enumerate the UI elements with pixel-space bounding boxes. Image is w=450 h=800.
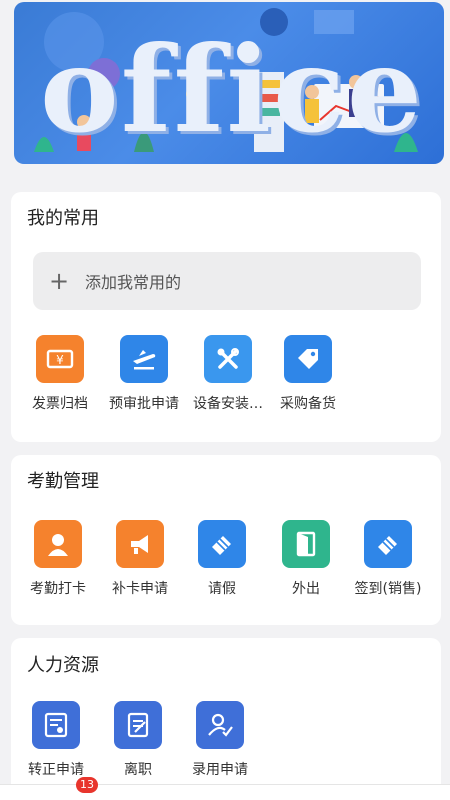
app-regularization[interactable]: 转正申请 [13, 701, 99, 779]
banner-title: office [40, 20, 424, 159]
svg-text:¥: ¥ [56, 353, 64, 367]
notification-badge: 13 [76, 777, 98, 793]
attendance-card: 考勤管理 考勤打卡 补卡申请 请假 外出 签到(销售) [11, 455, 441, 625]
app-resignation[interactable]: 离职 [95, 701, 181, 779]
tools-icon [204, 335, 252, 383]
user-check-icon [196, 701, 244, 749]
app-label: 发票归档 [32, 396, 88, 412]
profile-card-icon [32, 701, 80, 749]
app-invoice-archive[interactable]: ¥ 发票归档 [17, 335, 103, 413]
app-label: 外出 [292, 581, 320, 597]
favorites-title: 我的常用 [27, 208, 99, 229]
app-label: 转正申请 [28, 762, 84, 778]
app-procurement[interactable]: 采购备货 [265, 335, 351, 413]
person-icon [34, 520, 82, 568]
hr-card: 人力资源 转正申请 离职 录用申请 [11, 638, 441, 798]
app-label: 请假 [208, 581, 236, 597]
receipt-icon: ¥ [36, 335, 84, 383]
document-icon [114, 701, 162, 749]
eraser-icon [364, 520, 412, 568]
app-clock-in[interactable]: 考勤打卡 [15, 520, 101, 598]
app-label: 签到(销售) [354, 581, 422, 597]
app-sign-in-sales[interactable]: 签到(销售) [345, 520, 431, 598]
app-label: 补卡申请 [112, 581, 168, 597]
attendance-title: 考勤管理 [27, 471, 99, 492]
bottom-tab-bar[interactable]: 13 [0, 777, 450, 800]
app-hiring[interactable]: 录用申请 [177, 701, 263, 779]
app-label: 采购备货 [280, 396, 336, 412]
megaphone-icon [116, 520, 164, 568]
app-label: 预审批申请 [109, 396, 179, 412]
hr-title: 人力资源 [27, 655, 99, 676]
tag-icon [284, 335, 332, 383]
app-label: 设备安装… [193, 396, 263, 412]
app-device-install[interactable]: 设备安装… [185, 335, 271, 413]
office-banner[interactable]: office [14, 2, 444, 164]
add-favorite-button[interactable]: + 添加我常用的 [33, 252, 421, 310]
app-pre-approval[interactable]: 预审批申请 [101, 335, 187, 413]
app-label: 考勤打卡 [30, 581, 86, 597]
add-favorite-label: 添加我常用的 [85, 273, 182, 292]
app-label: 录用申请 [192, 762, 248, 778]
app-label: 离职 [124, 762, 152, 778]
favorites-card: 我的常用 + 添加我常用的 ¥ 发票归档 预审批申请 设备安装… 采购备货 [11, 192, 441, 442]
door-icon [282, 520, 330, 568]
airplane-icon [120, 335, 168, 383]
plus-icon: + [48, 267, 70, 295]
eraser-icon [198, 520, 246, 568]
app-makeup-clock[interactable]: 补卡申请 [97, 520, 183, 598]
app-leave[interactable]: 请假 [179, 520, 265, 598]
app-go-out[interactable]: 外出 [263, 520, 349, 598]
